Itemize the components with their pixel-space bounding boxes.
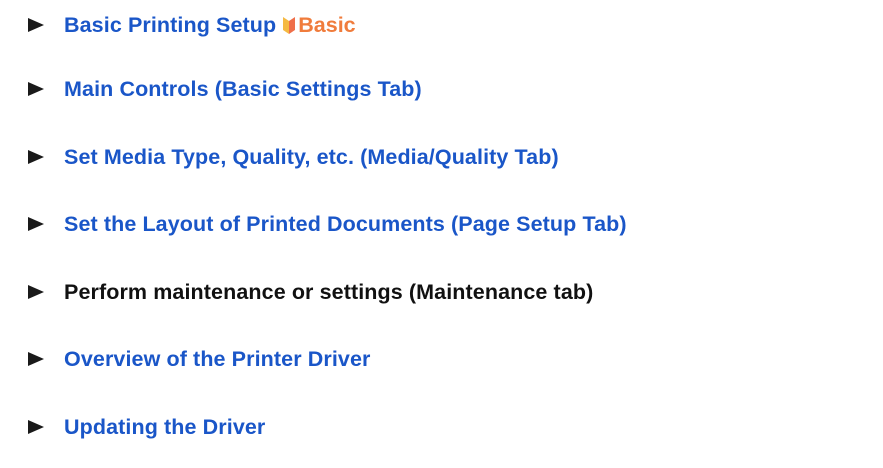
link-updating-driver[interactable]: Updating the Driver bbox=[64, 415, 265, 440]
arrow-bullet-icon bbox=[28, 18, 44, 32]
list-item-maintenance: Perform maintenance or settings (Mainten… bbox=[28, 276, 593, 308]
link-basic-printing-setup[interactable]: Basic Printing Setup bbox=[64, 13, 276, 38]
link-overview-printer-driver[interactable]: Overview of the Printer Driver bbox=[64, 347, 371, 372]
topic-link-list: Basic Printing Setup Basic Main Controls… bbox=[0, 0, 883, 468]
list-item-basic-printing-setup: Basic Printing Setup Basic bbox=[28, 9, 356, 41]
list-item-main-controls: Main Controls (Basic Settings Tab) bbox=[28, 73, 422, 105]
basic-leaf-icon bbox=[283, 17, 296, 34]
arrow-bullet-icon bbox=[28, 420, 44, 434]
list-item-updating-driver: Updating the Driver bbox=[28, 411, 265, 443]
arrow-bullet-icon bbox=[28, 352, 44, 366]
arrow-bullet-icon bbox=[28, 82, 44, 96]
link-main-controls[interactable]: Main Controls (Basic Settings Tab) bbox=[64, 77, 422, 102]
list-item-page-setup: Set the Layout of Printed Documents (Pag… bbox=[28, 208, 627, 240]
arrow-bullet-icon bbox=[28, 150, 44, 164]
text-maintenance: Perform maintenance or settings (Mainten… bbox=[64, 279, 594, 304]
basic-badge: Basic bbox=[282, 12, 356, 38]
arrow-bullet-icon bbox=[28, 285, 44, 299]
list-item-overview: Overview of the Printer Driver bbox=[28, 343, 371, 375]
link-page-setup[interactable]: Set the Layout of Printed Documents (Pag… bbox=[64, 212, 627, 237]
arrow-bullet-icon bbox=[28, 217, 44, 231]
basic-badge-label: Basic bbox=[298, 12, 356, 37]
list-item-media-quality: Set Media Type, Quality, etc. (Media/Qua… bbox=[28, 141, 559, 173]
link-media-quality[interactable]: Set Media Type, Quality, etc. (Media/Qua… bbox=[64, 145, 559, 170]
